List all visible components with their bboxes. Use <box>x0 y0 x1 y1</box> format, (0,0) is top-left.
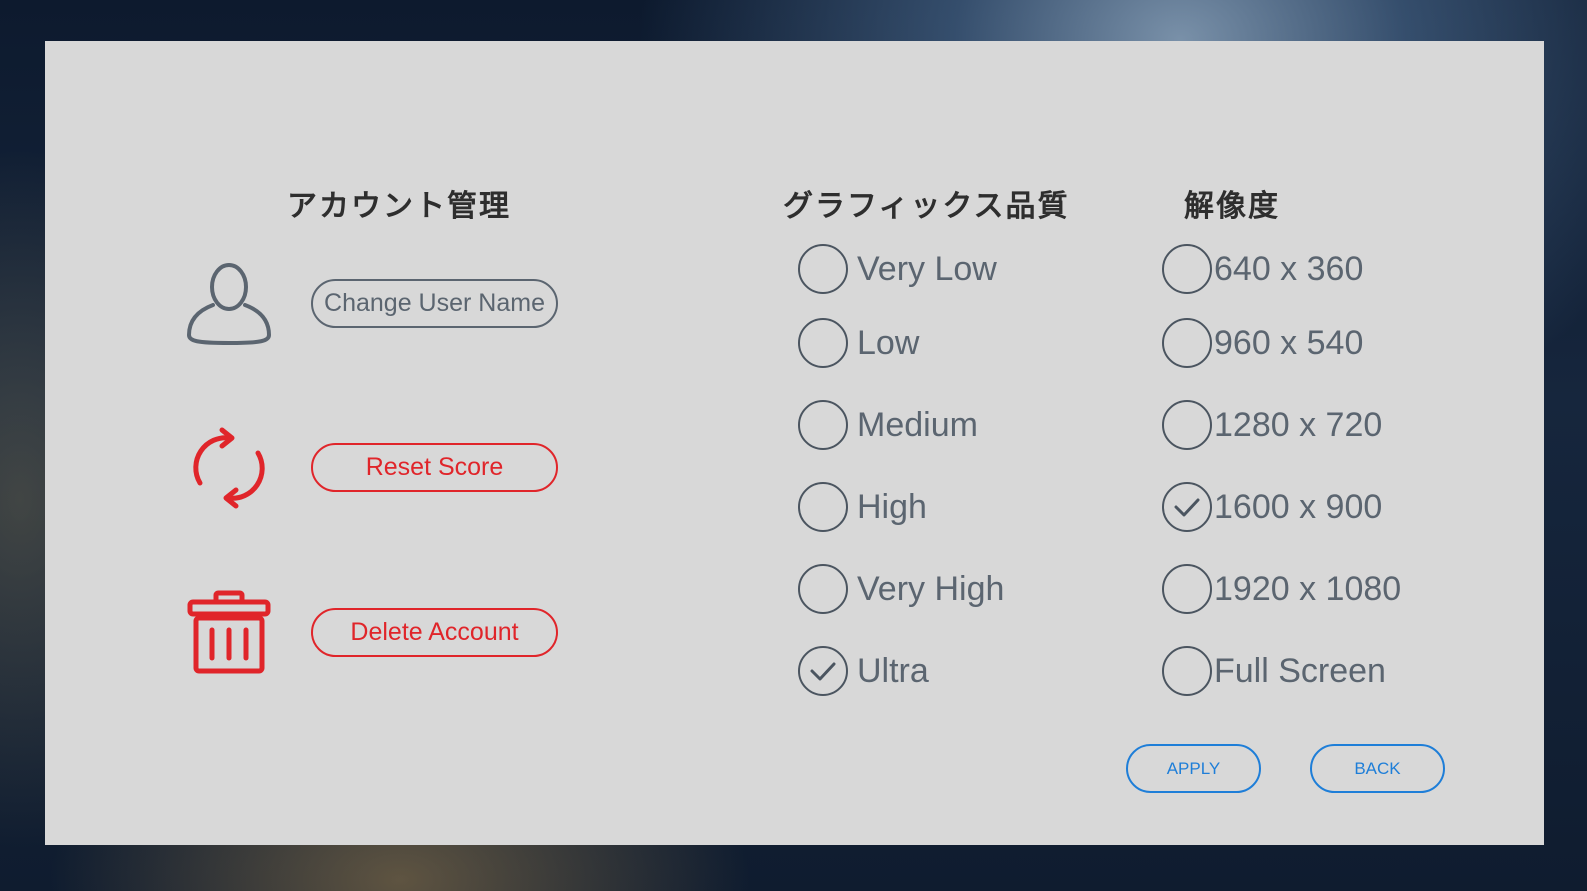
resolution-radio[interactable] <box>1162 482 1212 532</box>
refresh-icon <box>186 425 272 515</box>
graphics-option-label: Medium <box>857 405 978 444</box>
checkmark-icon <box>810 662 836 681</box>
resolution-option[interactable]: 1600 x 900 <box>1162 482 1382 532</box>
account-section-title: アカウント管理 <box>287 189 511 224</box>
graphics-radio[interactable] <box>798 318 848 368</box>
graphics-option[interactable]: Very Low <box>798 244 997 294</box>
graphics-option[interactable]: High <box>798 482 927 532</box>
graphics-section-title: グラフィックス品質 <box>783 189 1070 224</box>
graphics-radio[interactable] <box>798 564 848 614</box>
graphics-option-label: Very Low <box>857 249 997 288</box>
change-user-name-button[interactable]: Change User Name <box>311 279 558 328</box>
graphics-radio[interactable] <box>798 244 848 294</box>
resolution-option-label: 640 x 360 <box>1214 249 1364 288</box>
apply-button[interactable]: APPLY <box>1126 744 1261 793</box>
resolution-option[interactable]: Full Screen <box>1162 646 1386 696</box>
resolution-option[interactable]: 1280 x 720 <box>1162 400 1382 450</box>
graphics-option-label: Very High <box>857 569 1005 608</box>
resolution-section-title: 解像度 <box>1184 189 1280 224</box>
settings-panel: アカウント管理 Change User Name Reset Score Del… <box>45 41 1544 845</box>
resolution-option-label: Full Screen <box>1214 651 1386 690</box>
graphics-radio[interactable] <box>798 400 848 450</box>
resolution-radio[interactable] <box>1162 318 1212 368</box>
graphics-radio[interactable] <box>798 646 848 696</box>
resolution-option-label: 1920 x 1080 <box>1214 569 1402 608</box>
graphics-option-label: Low <box>857 323 920 362</box>
resolution-radio[interactable] <box>1162 400 1212 450</box>
resolution-option-label: 1280 x 720 <box>1214 405 1383 444</box>
graphics-radio[interactable] <box>798 482 848 532</box>
resolution-option[interactable]: 1920 x 1080 <box>1162 564 1401 614</box>
graphics-option-label: Ultra <box>857 651 929 690</box>
resolution-radio[interactable] <box>1162 564 1212 614</box>
checkmark-icon <box>1174 498 1200 517</box>
resolution-radio[interactable] <box>1162 244 1212 294</box>
graphics-option[interactable]: Medium <box>798 400 978 450</box>
user-icon <box>186 261 272 351</box>
resolution-option-label: 1600 x 900 <box>1214 487 1383 526</box>
resolution-option[interactable]: 960 x 540 <box>1162 318 1363 368</box>
graphics-option-label: High <box>857 487 927 526</box>
graphics-option[interactable]: Low <box>798 318 919 368</box>
resolution-radio[interactable] <box>1162 646 1212 696</box>
resolution-option[interactable]: 640 x 360 <box>1162 244 1363 294</box>
reset-score-button[interactable]: Reset Score <box>311 443 558 492</box>
delete-account-button[interactable]: Delete Account <box>311 608 558 657</box>
back-button[interactable]: BACK <box>1310 744 1445 793</box>
resolution-option-label: 960 x 540 <box>1214 323 1364 362</box>
graphics-option[interactable]: Very High <box>798 564 1004 614</box>
trash-icon <box>186 590 272 680</box>
graphics-option[interactable]: Ultra <box>798 646 929 696</box>
